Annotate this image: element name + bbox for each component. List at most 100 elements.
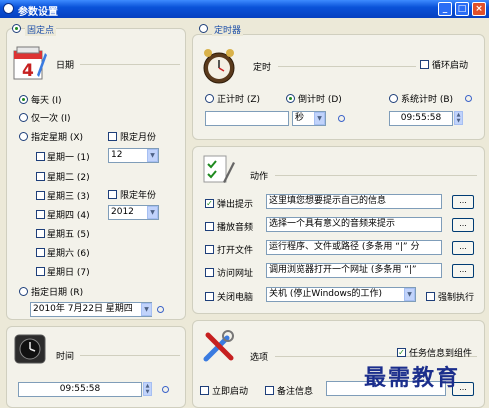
date-value: 2010年 7月22日 星期四 <box>33 304 133 314</box>
weekday-7-label: 星期日 (7) <box>47 268 90 278</box>
calendar-icon: 4 <box>13 46 47 81</box>
weekday-6-label: 星期六 (6) <box>47 249 90 259</box>
count-down-label: 倒计时 (D) <box>298 95 342 105</box>
system-time-help-icon[interactable] <box>465 95 472 102</box>
open-file-value: 运行程序、文件或路径 (多条用 “|” 分 <box>269 242 420 252</box>
title-bar <box>0 0 489 18</box>
maximize-button[interactable]: □ <box>455 2 469 16</box>
shutdown-dropdown-arrow[interactable]: ▼ <box>404 288 415 301</box>
limit-month-checkbox[interactable] <box>108 132 117 141</box>
weekday-3-checkbox[interactable] <box>36 191 45 200</box>
svg-text:4: 4 <box>22 61 34 81</box>
count-value-input[interactable] <box>205 111 289 126</box>
daily-radio[interactable] <box>19 95 28 104</box>
fixed-point-label: 固定点 <box>25 23 57 36</box>
year-dropdown-arrow[interactable]: ▼ <box>147 206 158 219</box>
system-time-radio[interactable] <box>389 94 398 103</box>
month-value: 12 <box>111 150 123 160</box>
note-label: 备注信息 <box>277 387 314 397</box>
open-file-checkbox[interactable] <box>205 245 214 254</box>
audio-checkbox[interactable] <box>205 222 214 231</box>
once-label: 仅一次 (I) <box>31 114 71 124</box>
weekday-1-label: 星期一 (1) <box>47 153 90 163</box>
time-value: 09:55:58 <box>59 384 101 394</box>
app-icon <box>3 3 14 14</box>
count-down-radio[interactable] <box>286 94 295 103</box>
weekday-label: 指定星期 (X) <box>31 133 84 143</box>
minimize-button[interactable]: _ <box>438 2 452 16</box>
visit-url-label: 访问网址 <box>217 269 254 279</box>
unit-value: 秒 <box>295 113 305 123</box>
limit-year-checkbox[interactable] <box>108 190 117 199</box>
audio-label: 播放音频 <box>217 223 254 233</box>
shutdown-select[interactable]: 关机 (停止Windows的工作) <box>266 287 416 302</box>
month-dropdown-arrow[interactable]: ▼ <box>147 149 158 162</box>
visit-url-browse-button[interactable]: ... <box>452 264 474 278</box>
start-now-checkbox[interactable] <box>200 386 209 395</box>
date-divider <box>80 64 180 65</box>
limit-month-label: 限定月份 <box>120 133 157 143</box>
timing-divider <box>278 66 416 67</box>
daily-label: 每天 (I) <box>31 96 62 106</box>
fixed-point-radio[interactable] <box>12 24 21 33</box>
shutdown-checkbox[interactable] <box>205 292 214 301</box>
weekday-radio[interactable] <box>19 132 28 141</box>
window-title: 参数设置 <box>18 7 58 18</box>
note-checkbox[interactable] <box>265 386 274 395</box>
timer-label: 定时器 <box>212 23 244 36</box>
time-input[interactable]: 09:55:58 <box>18 382 142 397</box>
weekday-5-checkbox[interactable] <box>36 229 45 238</box>
date-label: 日期 <box>56 61 75 71</box>
popup-message-value: 这里填您想要提示自己的信息 <box>269 196 387 206</box>
weekday-7-checkbox[interactable] <box>36 267 45 276</box>
unit-help-icon[interactable] <box>338 115 345 122</box>
date-dropdown-arrow[interactable]: ▼ <box>141 303 152 316</box>
timing-label: 定时 <box>253 63 272 73</box>
visit-url-checkbox[interactable] <box>205 268 214 277</box>
weekday-3-label: 星期三 (3) <box>47 192 90 202</box>
task-to-tray-checkbox[interactable]: ✓ <box>397 348 406 357</box>
year-value: 2012 <box>111 207 134 217</box>
limit-year-label: 限定年份 <box>120 191 157 201</box>
system-time-input[interactable]: 09:55:58 <box>389 111 453 126</box>
time-divider <box>80 355 180 356</box>
action-divider <box>275 175 477 176</box>
shutdown-label: 关闭电脑 <box>217 293 254 303</box>
close-button[interactable]: × <box>472 2 486 16</box>
time-spinner[interactable]: ▲ ▼ <box>143 382 152 396</box>
unit-dropdown-arrow[interactable]: ▼ <box>314 112 325 125</box>
weekday-4-checkbox[interactable] <box>36 210 45 219</box>
once-radio[interactable] <box>19 113 28 122</box>
weekday-2-label: 星期二 (2) <box>47 173 90 183</box>
weekday-2-checkbox[interactable] <box>36 172 45 181</box>
clock-icon <box>14 334 46 364</box>
popup-checkbox[interactable]: ✓ <box>205 199 214 208</box>
action-label: 动作 <box>250 172 269 182</box>
time-help-icon[interactable] <box>162 386 169 393</box>
system-time-spinner[interactable]: ▲ ▼ <box>454 111 463 125</box>
weekday-6-checkbox[interactable] <box>36 248 45 257</box>
open-file-browse-button[interactable]: ... <box>452 241 474 255</box>
date-picker[interactable]: 2010年 7月22日 星期四 <box>30 302 152 317</box>
count-up-radio[interactable] <box>205 94 214 103</box>
audio-path-input[interactable]: 选择一个具有意义的音频来提示 <box>266 217 442 232</box>
open-file-input[interactable]: 运行程序、文件或路径 (多条用 “|” 分 <box>266 240 442 255</box>
visit-url-input[interactable]: 调用浏览器打开一个网址 (多条用 “|” <box>266 263 442 278</box>
timer-radio[interactable] <box>199 24 208 33</box>
popup-message-input[interactable]: 这里填您想要提示自己的信息 <box>266 194 442 209</box>
audio-browse-button[interactable]: ... <box>452 218 474 232</box>
weekday-1-checkbox[interactable] <box>36 152 45 161</box>
loop-start-checkbox[interactable] <box>420 60 429 69</box>
popup-browse-button[interactable]: ... <box>452 195 474 209</box>
audio-path-value: 选择一个具有意义的音频来提示 <box>269 219 396 229</box>
force-label: 强制执行 <box>438 293 475 303</box>
specific-date-label: 指定日期 (R) <box>31 288 84 298</box>
force-checkbox[interactable] <box>426 292 435 301</box>
specific-date-radio[interactable] <box>19 287 28 296</box>
time-label: 时间 <box>56 352 75 362</box>
system-time-value: 09:55:58 <box>400 113 442 123</box>
open-file-label: 打开文件 <box>217 246 254 256</box>
date-help-icon[interactable] <box>157 306 164 313</box>
system-time-label: 系统计时 (B) <box>401 95 454 105</box>
task-to-tray-label: 任务信息到组件 <box>409 349 473 359</box>
